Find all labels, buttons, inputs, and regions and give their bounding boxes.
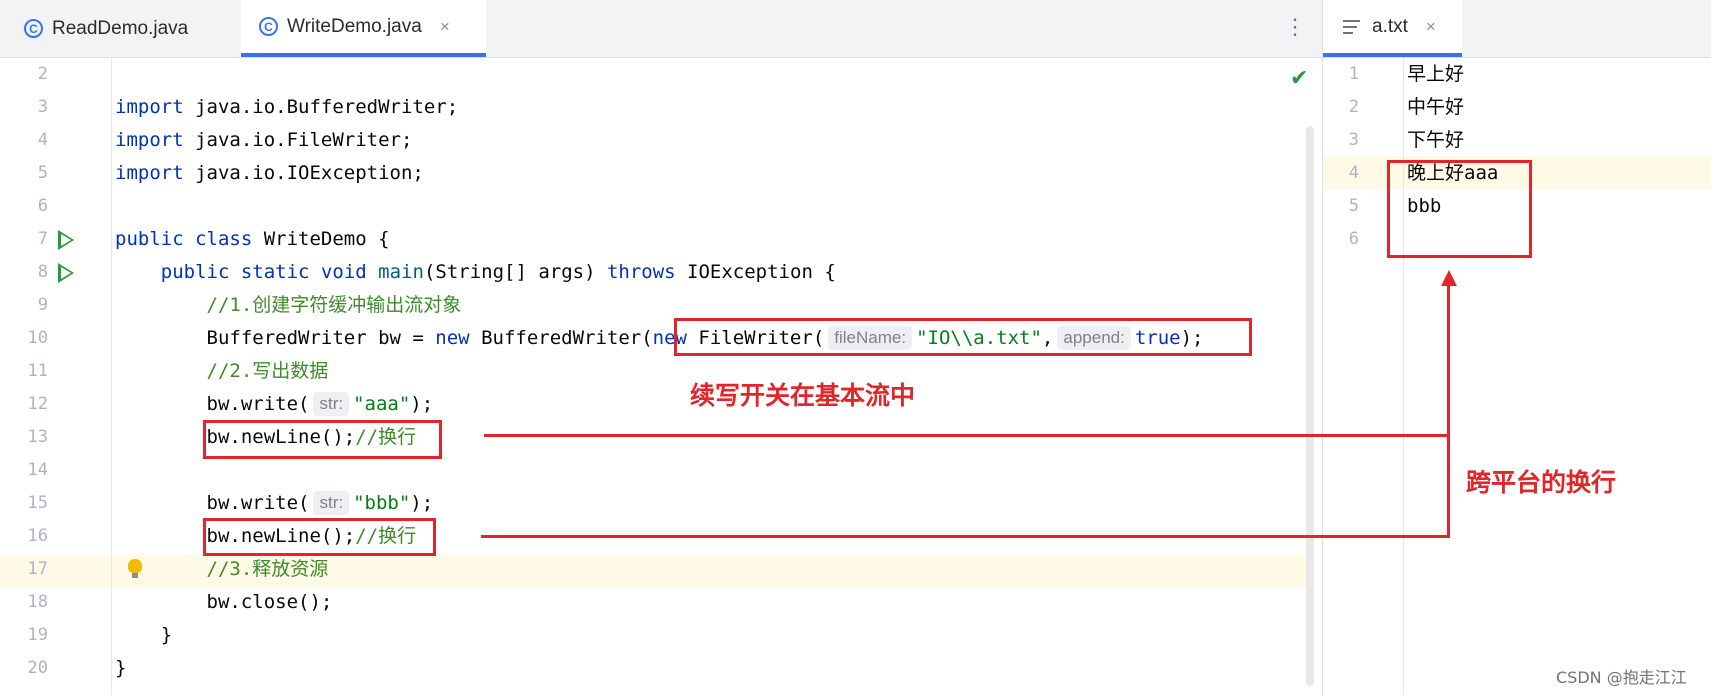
line-number: 5 (1348, 196, 1359, 216)
code-line: 5 import java.io.IOException; (0, 157, 1300, 190)
code-text: } (160, 624, 173, 646)
code-text: public class WriteDemo { (115, 228, 390, 250)
line-number: 17 (27, 559, 48, 579)
line-number: 5 (37, 163, 48, 183)
file-line-text: 下午好 (1407, 129, 1465, 151)
file-line: 1 早上好 (1323, 58, 1711, 91)
code-line: 11 //2.写出数据 (0, 355, 1300, 388)
line-number: 2 (37, 64, 48, 84)
line-number: 20 (27, 658, 48, 678)
newline-highlight-box-2 (203, 518, 436, 556)
line-number: 8 (37, 262, 48, 282)
code-text: import java.io.FileWriter; (115, 129, 413, 151)
code-text: bw.write(str: "bbb"); (206, 491, 434, 515)
java-class-icon: C (24, 19, 43, 38)
annotation-cross-platform: 跨平台的换行 (1466, 468, 1617, 497)
code-text: //1.创建字符缓冲输出流对象 (206, 294, 462, 316)
tab-writedemo[interactable]: C WriteDemo.java × (241, 0, 486, 57)
line-number: 6 (37, 196, 48, 216)
code-line: 3 import java.io.BufferedWriter; (0, 91, 1300, 124)
line-number: 7 (37, 229, 48, 249)
line-number: 4 (37, 130, 48, 150)
vertical-scrollbar[interactable] (1306, 126, 1314, 686)
file-line-text: 中午好 (1407, 96, 1465, 118)
line-number: 18 (27, 592, 48, 612)
code-line: 13 bw.newLine();//换行 (0, 421, 1300, 454)
code-text: //3.释放资源 (206, 558, 329, 580)
code-text: bw.write(str: "aaa"); (206, 392, 434, 416)
editor-tab-bar: C ReadDemo.java C WriteDemo.java × ⋮ (0, 0, 1322, 58)
code-line: 2 (0, 58, 1300, 91)
arrow-up-icon (1441, 270, 1457, 286)
more-options-icon[interactable]: ⋮ (1284, 14, 1306, 40)
newline-highlight-box-1 (203, 420, 442, 459)
code-line: 20 } (0, 652, 1300, 685)
code-text: import java.io.BufferedWriter; (115, 96, 459, 118)
run-class-icon[interactable] (58, 230, 74, 250)
code-text: } (115, 657, 127, 679)
java-class-icon: C (259, 17, 278, 36)
line-number: 6 (1348, 229, 1359, 249)
code-line: 14 (0, 454, 1300, 487)
code-line: 19 } (0, 619, 1300, 652)
append-param-highlight-box (674, 318, 1252, 356)
code-text: bw.close(); (206, 591, 333, 613)
tab-readdemo[interactable]: C ReadDemo.java (24, 0, 188, 57)
file-line-text: 早上好 (1407, 63, 1465, 85)
lightbulb-icon[interactable] (128, 559, 142, 578)
line-number: 12 (27, 394, 48, 414)
code-line: 6 (0, 190, 1300, 223)
file-line: 2 中午好 (1323, 91, 1711, 124)
close-tab-icon[interactable]: × (1426, 17, 1436, 37)
tab-a-txt[interactable]: a.txt × (1323, 0, 1462, 57)
code-line: 15 bw.write(str: "bbb"); (0, 487, 1300, 520)
code-line: 7 public class WriteDemo { (0, 223, 1300, 256)
connector-line-1 (484, 434, 1449, 437)
line-number: 2 (1348, 97, 1359, 117)
file-line: 3 下午好 (1323, 124, 1711, 157)
param-hint: str: (313, 392, 350, 416)
param-hint: str: (313, 491, 350, 515)
line-number: 19 (27, 625, 48, 645)
code-line: 8 public static void main(String[] args)… (0, 256, 1300, 289)
line-number: 3 (37, 97, 48, 117)
line-number: 16 (27, 526, 48, 546)
code-text: public static void main(String[] args) t… (160, 261, 836, 283)
tab-label: WriteDemo.java (287, 15, 422, 37)
run-main-icon[interactable] (58, 263, 74, 283)
line-number: 3 (1348, 130, 1359, 150)
annotation-append-switch: 续写开关在基本流中 (690, 381, 916, 410)
close-tab-icon[interactable]: × (440, 17, 450, 37)
code-line: 4 import java.io.FileWriter; (0, 124, 1300, 157)
code-editor[interactable]: ✔ 2 3 import java.io.BufferedWriter; 4 i… (0, 58, 1322, 695)
line-number: 11 (27, 361, 48, 381)
code-text: import java.io.IOException; (115, 162, 424, 184)
line-number: 14 (27, 460, 48, 480)
tab-label: a.txt (1372, 15, 1408, 37)
code-line: 17 //3.释放资源 (0, 553, 1300, 586)
connector-line-2 (481, 535, 1449, 538)
file-result-highlight-box (1387, 160, 1532, 258)
line-number: 1 (1348, 64, 1359, 84)
line-number: 13 (27, 427, 48, 447)
code-line: 12 bw.write(str: "aaa"); (0, 388, 1300, 421)
watermark: CSDN @抱走江江 (1556, 668, 1687, 687)
code-line: 18 bw.close(); (0, 586, 1300, 619)
line-number: 10 (27, 328, 48, 348)
text-file-editor[interactable]: 1 早上好 2 中午好 3 下午好 4 晚上好aaa 5 bbb 6 (1322, 58, 1711, 695)
line-number: 4 (1348, 163, 1359, 183)
line-number: 15 (27, 493, 48, 513)
line-number: 9 (37, 295, 48, 315)
text-file-icon (1343, 19, 1360, 34)
tab-label: ReadDemo.java (52, 17, 189, 39)
code-text: //2.写出数据 (206, 360, 329, 382)
file-tab-bar: a.txt × (1322, 0, 1711, 58)
connector-line-vertical (1447, 282, 1450, 538)
